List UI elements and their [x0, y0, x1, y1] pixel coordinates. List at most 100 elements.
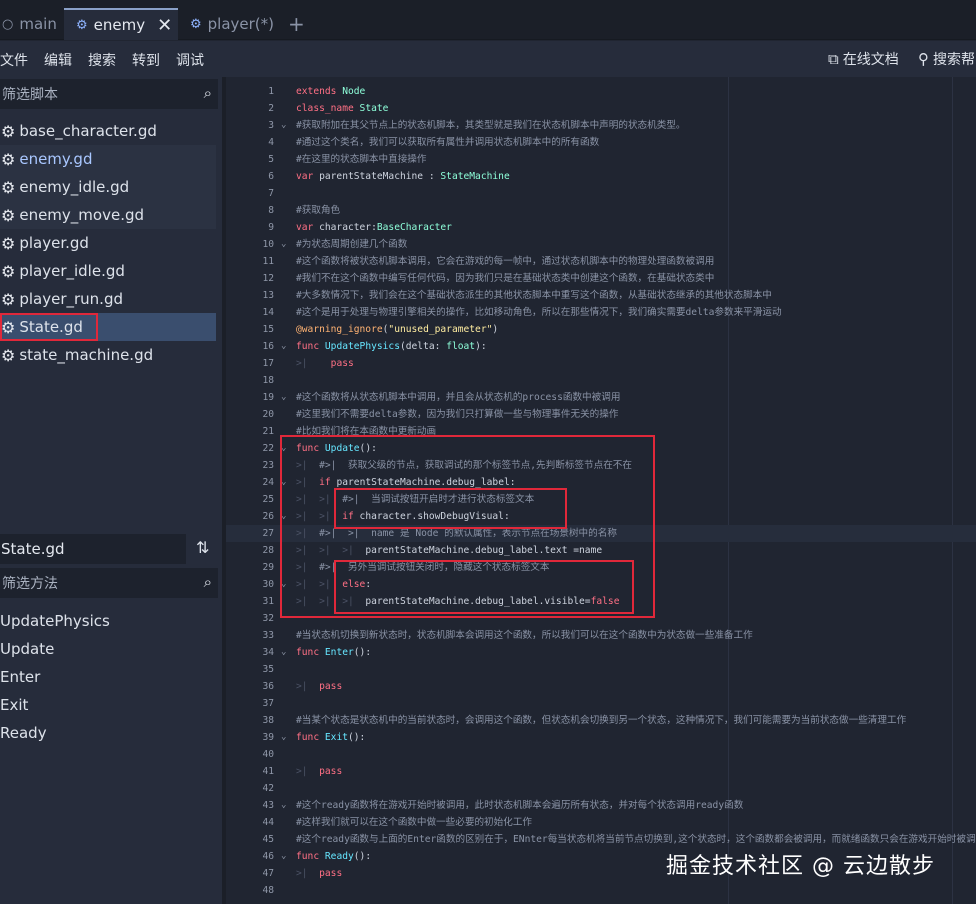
fold-arrow-icon[interactable]: ⌄: [281, 117, 286, 134]
search-help-button[interactable]: ⚲ 搜索帮: [918, 49, 975, 69]
fold-arrow-icon[interactable]: ⌄: [281, 338, 286, 355]
tab-enemy[interactable]: ⚙ enemy ✕: [64, 8, 178, 40]
code-line[interactable]: 20 #这里我们不需要delta参数，因为我们只打算做一些与物理事件无关的操作: [226, 406, 976, 423]
menu-file[interactable]: 文件: [0, 50, 28, 70]
code-text: #这里我们不需要delta参数，因为我们只打算做一些与物理事件无关的操作: [296, 409, 619, 420]
line-number: 1: [268, 86, 274, 97]
line-number: 9: [268, 222, 274, 233]
code-line[interactable]: 1 extends Node: [226, 83, 976, 100]
gear-icon: ⚙: [1, 121, 16, 141]
code-line[interactable]: 3 ⌄ #获取附加在其父节点上的状态机脚本，其类型就是我们在状态机脚本中声明的状态机…: [226, 117, 976, 134]
highlight-box: [0, 313, 98, 341]
file-name: player_idle.gd: [19, 262, 125, 280]
online-docs-button[interactable]: ⧉ 在线文档: [828, 49, 899, 69]
close-tab-icon[interactable]: ✕: [157, 15, 172, 36]
menu-debug[interactable]: 调试: [176, 50, 204, 70]
code-line[interactable]: 41 >| pass: [226, 763, 976, 780]
code-line[interactable]: 36 >| pass: [226, 678, 976, 695]
file-item[interactable]: ⚙ player.gd: [0, 229, 216, 257]
fold-arrow-icon[interactable]: ⌄: [281, 236, 286, 253]
menu-search[interactable]: 搜索: [88, 50, 116, 70]
gear-icon: ⚙: [1, 205, 16, 225]
code-text: var character:BaseCharacter: [296, 222, 452, 233]
code-line[interactable]: 43 ⌄ #这个ready函数将在游戏开始时被调用，此时状态机脚本会遍历所有状态，并…: [226, 797, 976, 814]
code-line[interactable]: 33 #当状态机切换到新状态时，状态机脚本会调用这个函数，所以我们可以在这个函数中…: [226, 627, 976, 644]
fold-arrow-icon[interactable]: ⌄: [281, 389, 286, 406]
filter-scripts-placeholder: 筛选脚本: [2, 87, 58, 103]
file-item[interactable]: ⚙ enemy_idle.gd: [0, 173, 216, 201]
gear-icon: ⚙: [1, 345, 16, 365]
filter-scripts-input[interactable]: 筛选脚本 ⌕: [0, 79, 218, 109]
code-line[interactable]: 40: [226, 746, 976, 763]
code-line[interactable]: 38 #当某个状态是状态机中的当前状态时，会调用这个函数，但状态机会切换到另一个状…: [226, 712, 976, 729]
add-tab-button[interactable]: +: [288, 12, 305, 36]
code-text: var parentStateMachine : StateMachine: [296, 171, 510, 182]
code-line[interactable]: 35: [226, 661, 976, 678]
line-number: 20: [262, 409, 274, 420]
code-text: >| pass: [296, 358, 354, 369]
line-number: 2: [268, 103, 274, 114]
code-line[interactable]: 8 #获取角色: [226, 202, 976, 219]
method-item[interactable]: UpdatePhysics: [0, 612, 110, 630]
code-line[interactable]: 44 #这样我们就可以在这个函数中做一些必要的初始化工作: [226, 814, 976, 831]
fold-arrow-icon[interactable]: ⌄: [281, 729, 286, 746]
line-number: 14: [262, 307, 274, 318]
code-line[interactable]: 4 #通过这个类名，我们可以获取所有属性并调用状态机脚本中的所有函数: [226, 134, 976, 151]
code-line[interactable]: 2 class_name State: [226, 100, 976, 117]
code-line[interactable]: 19 ⌄ #这个函数将从状态机脚本中调用，并且会从状态机的process函数中被调用: [226, 389, 976, 406]
filter-methods-input[interactable]: 筛选方法 ⌕: [0, 568, 218, 598]
code-text: #在这里的状态脚本中直接操作: [296, 154, 427, 165]
tab-player[interactable]: ⚙ player(*): [190, 8, 280, 40]
code-line[interactable]: 11 #这个函数将被状态机脚本调用，它会在游戏的每一帧中，通过状态机脚本中的物理处…: [226, 253, 976, 270]
code-line[interactable]: 39 ⌄ func Exit():: [226, 729, 976, 746]
method-item[interactable]: Ready: [0, 724, 47, 742]
code-line[interactable]: 5 #在这里的状态脚本中直接操作: [226, 151, 976, 168]
code-line[interactable]: 9 var character:BaseCharacter: [226, 219, 976, 236]
code-line[interactable]: 48: [226, 882, 976, 899]
method-item[interactable]: Enter: [0, 668, 40, 686]
line-number: 42: [262, 783, 274, 794]
code-line[interactable]: 13 #大多数情况下，我们会在这个基础状态派生的其他状态脚本中重写这个函数，从基础…: [226, 287, 976, 304]
line-number: 27: [262, 528, 274, 539]
code-line[interactable]: 6 var parentStateMachine : StateMachine: [226, 168, 976, 185]
file-item[interactable]: ⚙ enemy.gd: [0, 145, 216, 173]
line-number: 11: [262, 256, 274, 267]
code-line[interactable]: 45 #这个ready函数与上面的Enter函数的区别在于，ENnter每当状态机…: [226, 831, 976, 848]
file-item[interactable]: ⚙ enemy_move.gd: [0, 201, 216, 229]
line-number: 26: [262, 511, 274, 522]
code-line[interactable]: 18: [226, 372, 976, 389]
file-item[interactable]: ⚙ base_character.gd: [0, 117, 216, 145]
code-line[interactable]: 34 ⌄ func Enter():: [226, 644, 976, 661]
code-line[interactable]: 15 @warning_ignore("unused_parameter"): [226, 321, 976, 338]
file-item[interactable]: ⚙ player_run.gd: [0, 285, 216, 313]
fold-arrow-icon[interactable]: ⌄: [281, 848, 286, 865]
code-editor[interactable]: 1 extends Node 2 class_name State 3 ⌄ #获取附加在其父…: [226, 77, 976, 904]
line-number: 43: [262, 800, 274, 811]
code-line[interactable]: 16 ⌄ func UpdatePhysics(delta: float):: [226, 338, 976, 355]
tab-main[interactable]: ○ main: [0, 8, 64, 40]
file-item[interactable]: ⚙ player_idle.gd: [0, 257, 216, 285]
code-line[interactable]: 7: [226, 185, 976, 202]
code-line[interactable]: 37: [226, 695, 976, 712]
sort-icon[interactable]: ⇅: [196, 538, 209, 557]
menu-goto[interactable]: 转到: [132, 50, 160, 70]
file-name: state_machine.gd: [19, 346, 154, 364]
code-line[interactable]: 14 #这个是用于处理与物理引擎相关的操作，比如移动角色，所以在那些情况下，我们确…: [226, 304, 976, 321]
code-line[interactable]: 12 #我们不在这个函数中编写任何代码，因为我们只是在基础状态类中创建这个函数，在…: [226, 270, 976, 287]
line-number: 8: [268, 205, 274, 216]
fold-arrow-icon[interactable]: ⌄: [281, 644, 286, 661]
code-text: #这个是用于处理与物理引擎相关的操作，比如移动角色，所以在那些情况下，我们确实需…: [296, 307, 782, 318]
method-item[interactable]: Exit: [0, 696, 28, 714]
code-line[interactable]: 10 ⌄ #为状态周期创建几个函数: [226, 236, 976, 253]
code-text: #这个函数将从状态机脚本中调用，并且会从状态机的process函数中被调用: [296, 392, 621, 403]
file-item[interactable]: ⚙ state_machine.gd: [0, 341, 216, 369]
fold-arrow-icon[interactable]: ⌄: [281, 797, 286, 814]
menu-edit[interactable]: 编辑: [44, 50, 72, 70]
file-name: player.gd: [19, 234, 89, 252]
method-item[interactable]: Update: [0, 640, 54, 658]
code-text: extends Node: [296, 86, 366, 97]
line-number: 45: [262, 834, 274, 845]
code-line[interactable]: 42: [226, 780, 976, 797]
code-line[interactable]: 17 >| pass: [226, 355, 976, 372]
line-number: 41: [262, 766, 274, 777]
